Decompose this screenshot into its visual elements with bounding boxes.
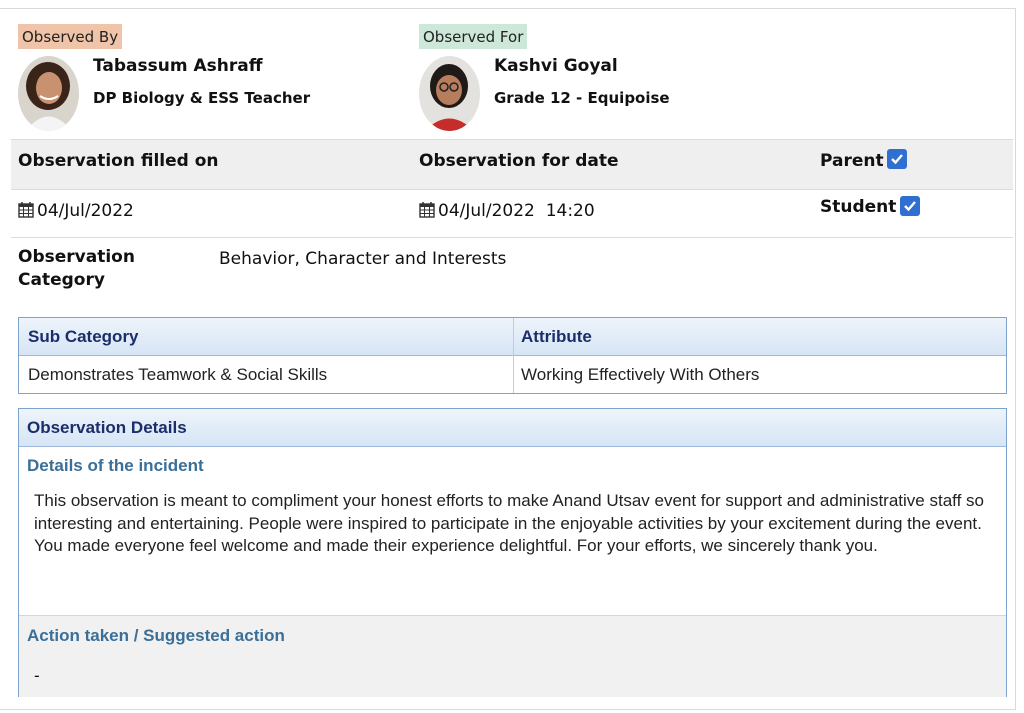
student-avatar: [419, 56, 480, 131]
info-value-row: 04/Jul/2022 04/Jul/2022 14:20 Student: [11, 189, 1013, 238]
student-name: Kashvi Goyal: [494, 56, 618, 76]
action-value: -: [34, 666, 40, 685]
subcategory-table: Sub Category Attribute Demonstrates Team…: [18, 317, 1007, 394]
for-time: 14:20: [545, 201, 595, 221]
incident-text: This observation is meant to compliment …: [34, 491, 984, 555]
observer-name: Tabassum Ashraff: [93, 56, 263, 76]
student-checkbox[interactable]: [900, 196, 920, 216]
check-icon: [904, 201, 916, 212]
observation-details-panel: Observation Details Details of the incid…: [18, 408, 1007, 697]
observed-for-block: Observed For Kashvi Goyal Grade 12 - Equ…: [419, 24, 670, 131]
for-date-value: 04/Jul/2022 14:20: [419, 201, 595, 221]
header-attribute: Attribute: [521, 327, 592, 346]
observation-details-header: Observation Details: [19, 409, 1006, 447]
calendar-icon: [419, 202, 435, 218]
cell-sub-category: Demonstrates Teamwork & Social Skills: [28, 365, 328, 384]
parent-label: Parent: [820, 151, 884, 171]
filled-on-label: Observation filled on: [18, 151, 219, 171]
filled-on-date: 04/Jul/2022: [37, 201, 134, 221]
observed-for-tag: Observed For: [419, 24, 528, 49]
info-header-row: Observation filled on Observation for da…: [11, 139, 1013, 190]
observation-details-title: Observation Details: [27, 418, 187, 437]
action-title: Action taken / Suggested action: [27, 626, 285, 645]
observer-role: DP Biology & ESS Teacher: [93, 89, 311, 107]
observed-by-tag: Observed By: [18, 24, 123, 49]
category-value: Behavior, Character and Interests: [219, 249, 507, 269]
check-icon: [891, 154, 903, 165]
cell-attribute: Working Effectively With Others: [521, 365, 760, 384]
filled-on-value: 04/Jul/2022: [18, 201, 134, 221]
parent-checkbox[interactable]: [887, 149, 907, 169]
student-grade: Grade 12 - Equipoise: [494, 89, 670, 107]
column-divider: [513, 318, 514, 393]
student-label: Student: [820, 197, 897, 217]
observed-by-block: Observed By Tabassum Ashraff DP Biology …: [18, 24, 310, 131]
observer-avatar: [18, 56, 79, 131]
incident-title: Details of the incident: [27, 456, 204, 475]
for-date-label: Observation for date: [419, 151, 619, 171]
for-date: 04/Jul/2022: [438, 201, 535, 221]
category-label: Observation Category: [18, 247, 135, 290]
calendar-icon: [18, 202, 34, 218]
action-section: Action taken / Suggested action -: [19, 615, 1006, 697]
header-sub-category: Sub Category: [28, 327, 139, 346]
